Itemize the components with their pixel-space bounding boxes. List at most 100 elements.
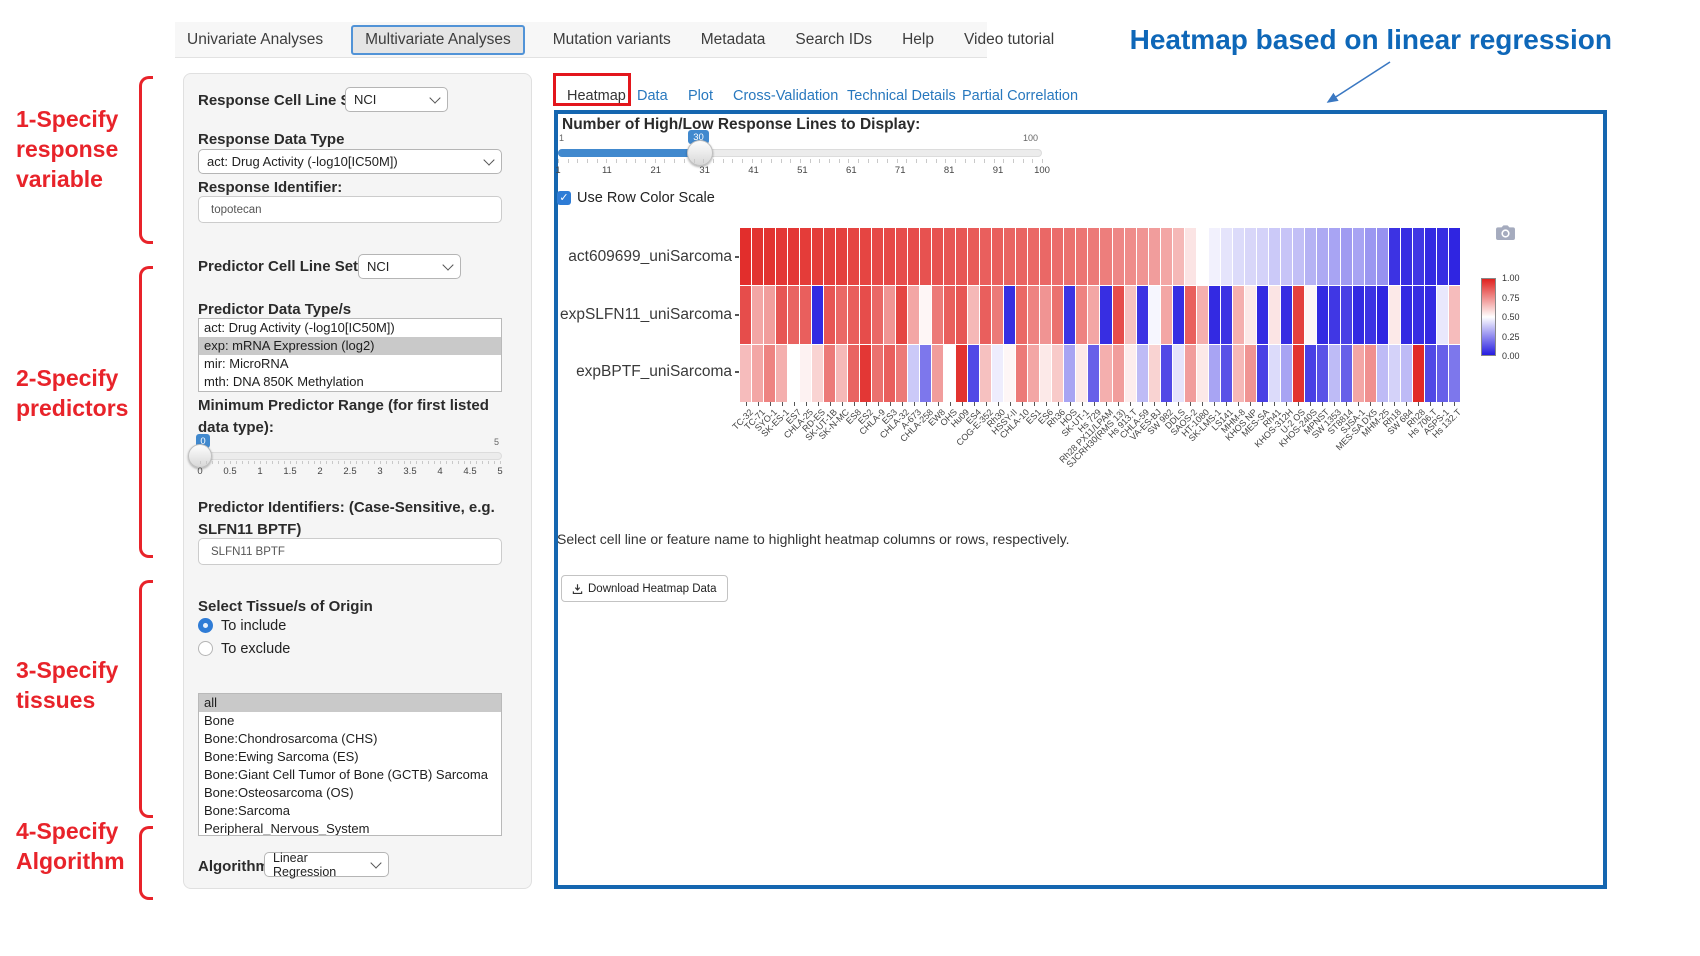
tissue-option-bone-ewing-sarcoma-es[interactable]: Bone:Ewing Sarcoma (ES) bbox=[199, 748, 501, 766]
predictor-range-tick bbox=[284, 461, 285, 464]
nav-item-mutation-variants[interactable]: Mutation variants bbox=[551, 25, 673, 55]
heatmap-cell-r2-c0 bbox=[740, 345, 751, 402]
predictor-data-type-option-mth-dna-850k-methylation[interactable]: mth: DNA 850K Methylation bbox=[199, 373, 501, 391]
tab-cross-validation[interactable]: Cross-Validation bbox=[733, 88, 838, 104]
response-slider-tick bbox=[800, 159, 801, 163]
heatmap-row-label-act609699-unisarcoma[interactable]: act609699_uniSarcoma bbox=[540, 248, 732, 266]
tissue-option-bone-giant-cell-tumor-of-bone-gctb-sarcoma[interactable]: Bone:Giant Cell Tumor of Bone (GCTB) Sar… bbox=[199, 766, 501, 784]
row-color-scale-checkbox[interactable]: ✓ bbox=[557, 191, 571, 205]
predictor-range-tick bbox=[320, 461, 321, 464]
response-cell-line-set-select[interactable]: NCI bbox=[345, 87, 448, 112]
min-predictor-range-handle[interactable] bbox=[188, 444, 212, 468]
predictor-data-type-option-exp-mrna-expression-log2[interactable]: exp: mRNA Expression (log2) bbox=[199, 337, 501, 355]
tissue-option-all[interactable]: all bbox=[199, 694, 501, 712]
heatmap-cell-r1-c5 bbox=[800, 286, 811, 343]
heatmap-col-tick bbox=[1262, 402, 1263, 406]
heatmap-cell-r0-c39 bbox=[1209, 228, 1220, 285]
heatmap-cell-r2-c42 bbox=[1245, 345, 1256, 402]
heatmap-cell-r0-c5 bbox=[800, 228, 811, 285]
response-data-type-select[interactable]: act: Drug Activity (-log10[IC50M]) bbox=[198, 149, 502, 174]
response-lines-handle[interactable] bbox=[687, 140, 713, 166]
heatmap-row-tick bbox=[735, 371, 739, 373]
heatmap-cell-r0-c14 bbox=[908, 228, 919, 285]
tissue-option-bone-chondrosarcoma-chs[interactable]: Bone:Chondrosarcoma (CHS) bbox=[199, 730, 501, 748]
heatmap-cell-r2-c55 bbox=[1401, 345, 1412, 402]
tissue-option-peripheral-nervous-system[interactable]: Peripheral_Nervous_System bbox=[199, 820, 501, 836]
heatmap-row-tick bbox=[735, 314, 739, 316]
heatmap-cell-r1-c46 bbox=[1293, 286, 1304, 343]
camera-download-plot-icon[interactable] bbox=[1496, 225, 1515, 240]
heatmap-col-tick bbox=[1286, 402, 1287, 406]
tissue-include-radio[interactable] bbox=[198, 618, 213, 633]
nav-item-search-ids[interactable]: Search IDs bbox=[793, 25, 874, 55]
heatmap-cell-r2-c39 bbox=[1209, 345, 1220, 402]
tab-data[interactable]: Data bbox=[637, 88, 668, 104]
min-predictor-range-track[interactable] bbox=[198, 452, 502, 460]
response-slider-ticklabel-1: 1 bbox=[541, 165, 575, 176]
heatmap-cell-r2-c6 bbox=[812, 345, 823, 402]
heatmap-cell-r2-c58 bbox=[1437, 345, 1448, 402]
heatmap-cell-r0-c25 bbox=[1040, 228, 1051, 285]
nav-item-univariate-analyses[interactable]: Univariate Analyses bbox=[185, 25, 325, 55]
predictor-range-ticklabel-4: 4 bbox=[423, 466, 457, 477]
response-slider-tick bbox=[664, 159, 665, 163]
predictor-identifiers-input[interactable] bbox=[198, 538, 502, 565]
predictor-cell-line-set-label: Predictor Cell Line Set bbox=[198, 258, 358, 275]
predictor-data-type-option-mir-microrna[interactable]: mir: MicroRNA bbox=[199, 355, 501, 373]
top-navigation: Univariate Analyses Multivariate Analyses… bbox=[175, 22, 987, 58]
tab-partial-correlation[interactable]: Partial Correlation bbox=[962, 88, 1078, 104]
heatmap-cell-r2-c52 bbox=[1365, 345, 1376, 402]
nav-item-metadata[interactable]: Metadata bbox=[699, 25, 768, 55]
heatmap-cell-r1-c44 bbox=[1269, 286, 1280, 343]
tab-technical-details[interactable]: Technical Details bbox=[847, 88, 956, 104]
download-heatmap-data-button[interactable]: Download Heatmap Data bbox=[561, 575, 728, 602]
response-slider-tick bbox=[819, 159, 820, 163]
heatmap-cell-r1-c40 bbox=[1221, 286, 1232, 343]
response-slider-tick bbox=[868, 159, 869, 163]
heatmap-cell-r1-c56 bbox=[1413, 286, 1424, 343]
heatmap-cell-r0-c4 bbox=[788, 228, 799, 285]
heatmap-col-tick bbox=[1058, 402, 1059, 406]
tissue-option-bone-sarcoma[interactable]: Bone:Sarcoma bbox=[199, 802, 501, 820]
response-slider-tick bbox=[926, 159, 927, 163]
response-slider-tick bbox=[829, 159, 830, 163]
predictor-range-tick bbox=[338, 461, 339, 464]
algorithm-value: Linear Regression bbox=[273, 851, 372, 879]
response-identifier-input[interactable] bbox=[198, 196, 502, 223]
heatmap-row-label-expslfn11-unisarcoma[interactable]: expSLFN11_uniSarcoma bbox=[540, 306, 732, 324]
heatmap-cell-r0-c58 bbox=[1437, 228, 1448, 285]
heatmap-cell-r2-c19 bbox=[968, 345, 979, 402]
response-slider-tick bbox=[742, 159, 743, 163]
predictor-data-type-option-act-drug-activity-log10-ic50m[interactable]: act: Drug Activity (-log10[IC50M]) bbox=[199, 319, 501, 337]
predictor-data-types-listbox[interactable]: act: Drug Activity (-log10[IC50M])exp: m… bbox=[198, 318, 502, 392]
tab-plot[interactable]: Plot bbox=[688, 88, 713, 104]
response-slider-tick bbox=[877, 159, 878, 163]
predictor-range-tick bbox=[242, 461, 243, 464]
heatmap-row-label-expbptf-unisarcoma[interactable]: expBPTF_uniSarcoma bbox=[540, 363, 732, 381]
algorithm-select[interactable]: Linear Regression bbox=[264, 852, 389, 877]
heatmap-cell-r0-c0 bbox=[740, 228, 751, 285]
heatmap-cell-r2-c5 bbox=[800, 345, 811, 402]
nav-item-help[interactable]: Help bbox=[900, 25, 936, 55]
predictor-range-tick bbox=[260, 461, 261, 464]
predictor-cell-line-set-select[interactable]: NCI bbox=[358, 254, 461, 279]
heatmap-cell-r2-c13 bbox=[896, 345, 907, 402]
nav-item-multivariate-analyses[interactable]: Multivariate Analyses bbox=[351, 25, 525, 55]
tissue-listbox[interactable]: allBoneBone:Chondrosarcoma (CHS)Bone:Ewi… bbox=[198, 693, 502, 836]
heatmap-col-tick bbox=[1202, 402, 1203, 406]
response-slider-tick bbox=[897, 159, 898, 163]
heatmap-cell-r1-c53 bbox=[1377, 286, 1388, 343]
heatmap-row-tick bbox=[735, 256, 739, 258]
heatmap-cell-r1-c7 bbox=[824, 286, 835, 343]
heatmap-cell-r2-c7 bbox=[824, 345, 835, 402]
nav-item-video-tutorial[interactable]: Video tutorial bbox=[962, 25, 1056, 55]
response-lines-min-label: 1 bbox=[559, 133, 564, 143]
tissue-option-bone-osteosarcoma-os[interactable]: Bone:Osteosarcoma (OS) bbox=[199, 784, 501, 802]
tab-heatmap[interactable]: Heatmap bbox=[567, 88, 626, 104]
tissue-exclude-radio[interactable] bbox=[198, 641, 213, 656]
tissue-option-bone[interactable]: Bone bbox=[199, 712, 501, 730]
predictor-range-tick bbox=[236, 461, 237, 464]
heatmap-cell-r2-c24 bbox=[1028, 345, 1039, 402]
response-slider-tick bbox=[568, 159, 569, 163]
heatmap-col-tick bbox=[1190, 402, 1191, 406]
